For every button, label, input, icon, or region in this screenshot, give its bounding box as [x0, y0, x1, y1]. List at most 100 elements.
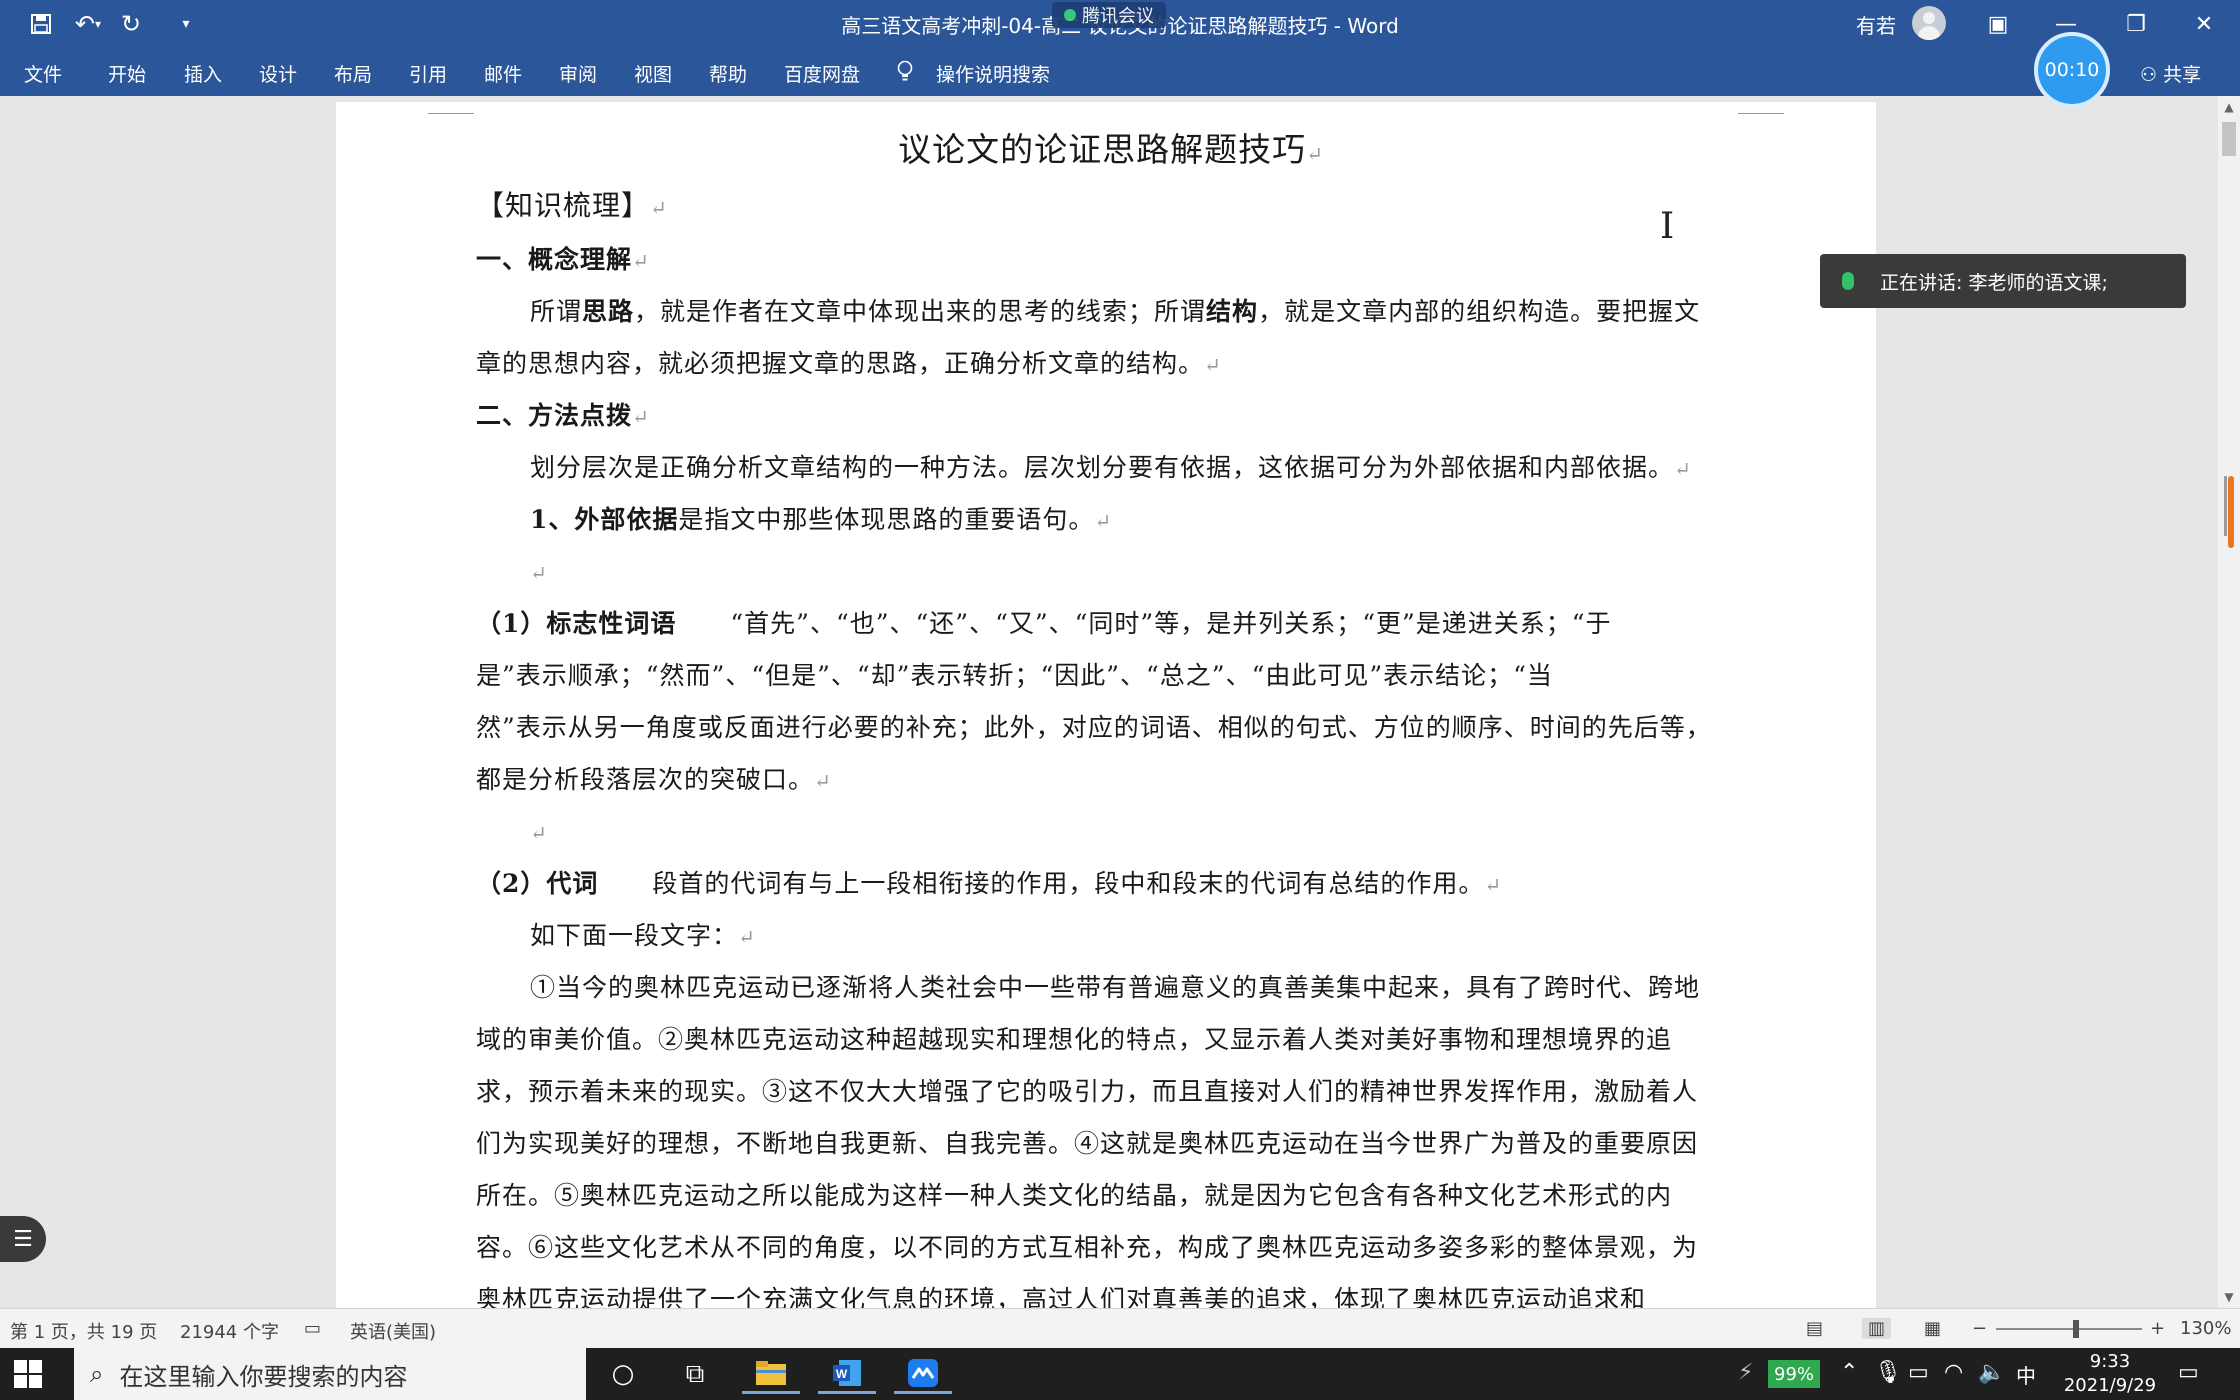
tell-me-search[interactable]: 操作说明搜索 — [936, 60, 1050, 87]
title-bar: ↶ ▾ ↻ ▾ 高三语文高考冲刺-04-高二 议论文的论证思路解题技巧 - Wor… — [0, 0, 2240, 48]
paragraph-layering: 划分层次是正确分析文章结构的一种方法。层次划分要有依据，这依据可分为外部依据和内… — [530, 453, 1692, 482]
battery-tray-icon[interactable]: ▭ — [1908, 1360, 1929, 1385]
status-bar: 第 1 页，共 19 页 21944 个字 ▭ 英语(美国) ▤ ▥ ▦ − +… — [0, 1308, 2240, 1348]
taskbar-search[interactable]: ⌕ 在这里输入你要搜索的内容 — [74, 1348, 586, 1400]
ribbon-tabs: 文件 开始 插入 设计 布局 引用 邮件 审阅 视图 帮助 百度网盘 操作说明搜… — [0, 48, 2240, 96]
scroll-position-marker — [2228, 476, 2234, 548]
microphone-tray-icon[interactable]: 🎙 — [1874, 1360, 1902, 1385]
meeting-label: 腾讯会议 — [1082, 6, 1154, 27]
navigation-pane-icon[interactable]: ☰ — [0, 1216, 46, 1262]
cortana-icon[interactable]: ○ — [594, 1354, 652, 1394]
page-count[interactable]: 第 1 页，共 19 页 — [10, 1318, 157, 1344]
vertical-scrollbar[interactable]: ▲ ▼ — [2218, 96, 2240, 1308]
search-placeholder: 在这里输入你要搜索的内容 — [119, 1362, 408, 1391]
search-icon: ⌕ — [90, 1360, 104, 1388]
paragraph-signal-words: （1）标志性词语 “首先”、“也”、“还”、“又”、“同时”等，是并列关系；“更”… — [476, 609, 1612, 638]
paragraph-example-intro: 如下面一段文字：↵ — [530, 921, 756, 950]
tab-insert[interactable]: 插入 — [184, 60, 222, 87]
document-title: 议论文的论证思路解题技巧↵ — [898, 130, 1324, 169]
svg-text:W: W — [836, 1367, 848, 1381]
scroll-up-icon[interactable]: ▲ — [2218, 96, 2240, 118]
zoom-slider[interactable] — [1996, 1328, 2142, 1330]
heading-concept: 一、概念理解↵ — [476, 245, 650, 274]
zoom-slider-handle[interactable] — [2073, 1320, 2080, 1338]
passage-line: ①当今的奥林匹克运动已逐渐将人类社会中一些带有普遍意义的真善美集中起来，具有了跨… — [530, 973, 1701, 1002]
speaking-text: 正在讲话: 李老师的语文课; — [1880, 271, 2108, 294]
passage-line: 容。⑥这些文化艺术从不同的角度，以不同的方式互相补充，构成了奥林匹克运动多姿多彩… — [476, 1233, 1699, 1262]
input-method[interactable]: 中 — [2016, 1360, 2036, 1389]
scrollbar-thumb[interactable] — [2222, 122, 2236, 156]
tab-layout[interactable]: 布局 — [334, 60, 372, 87]
tab-design[interactable]: 设计 — [259, 60, 297, 87]
language[interactable]: 英语(美国) — [350, 1318, 436, 1344]
scroll-down-icon[interactable]: ▼ — [2218, 1286, 2240, 1308]
clock-time: 9:33 — [2089, 1351, 2131, 1372]
taskbar: ⌕ 在这里输入你要搜索的内容 ○ ⧉ W ⚡ 99% ⌃ 🎙 ▭ ◠ 🔈 中 9… — [0, 1348, 2240, 1400]
paragraph-external-basis: 1、外部依据是指文中那些体现思路的重要语句。↵ — [530, 505, 1113, 534]
tab-file[interactable]: 文件 — [24, 60, 62, 87]
paragraph-pronouns: （2）代词 段首的代词有与上一段相衔接的作用，段中和段末的代词有总结的作用。↵ — [476, 869, 1503, 898]
meeting-status-icon — [1064, 9, 1076, 21]
document-page[interactable]: 议论文的论证思路解题技巧↵ 【知识梳理】↵ 一、概念理解↵ 所谓思路，就是作者在… — [336, 102, 1876, 1308]
zoom-in-button[interactable]: + — [2150, 1318, 2165, 1339]
show-hidden-icons[interactable]: ⌃ — [1840, 1360, 1858, 1385]
user-name[interactable]: 有若 — [1856, 10, 1896, 39]
page-corner-mark — [428, 102, 474, 114]
tab-help[interactable]: 帮助 — [709, 60, 747, 87]
paragraph-signal-words-cont: 然”表示从另一角度或反面进行必要的补充；此外，对应的词语、相似的句式、方位的顺序… — [476, 713, 1712, 742]
document-body[interactable]: 议论文的论证思路解题技巧↵ 【知识梳理】↵ 一、概念理解↵ 所谓思路，就是作者在… — [476, 122, 1746, 1308]
section-heading: 【知识梳理】↵ — [476, 189, 668, 222]
passage-line: 们为实现美好的理想，不断地自我更新、自我完善。④这就是奥林匹克运动在当今世界广为… — [476, 1129, 1699, 1158]
avatar[interactable] — [1912, 6, 1946, 40]
tab-home[interactable]: 开始 — [108, 60, 146, 87]
read-mode-icon[interactable]: ▤ — [1806, 1318, 1823, 1339]
passage-line: 奥林匹克运动提供了一个充满文化气息的环境，高过人们对真善美的追求，体现了奥林匹克… — [476, 1285, 1647, 1308]
word-app-icon[interactable]: W — [818, 1354, 876, 1394]
lightbulb-icon — [896, 60, 914, 87]
heading-method: 二、方法点拨↵ — [476, 401, 650, 430]
scroll-position-line — [2224, 476, 2227, 536]
share-button[interactable]: ⚇ 共享 — [2140, 60, 2201, 87]
proofing-icon[interactable]: ▭ — [304, 1318, 321, 1339]
windows-start-icon[interactable] — [14, 1360, 42, 1388]
close-icon[interactable]: ✕ — [2172, 0, 2236, 48]
word-count[interactable]: 21944 个字 — [180, 1318, 279, 1344]
paragraph-signal-words-cont: 都是分析段落层次的突破口。↵ — [476, 765, 832, 794]
web-layout-icon[interactable]: ▦ — [1924, 1318, 1941, 1339]
print-layout-icon[interactable]: ▥ — [1862, 1318, 1892, 1339]
ribbon-display-options-icon[interactable]: ▣ — [1966, 0, 2030, 48]
meeting-timer[interactable]: 00:10 — [2034, 32, 2110, 108]
tab-references[interactable]: 引用 — [409, 60, 447, 87]
passage-line: 所在。⑤奥林匹克运动之所以能成为这样一种人类文化的结晶，就是因为它包含有各种文化… — [476, 1181, 1673, 1210]
tab-review[interactable]: 审阅 — [559, 60, 597, 87]
tab-view[interactable]: 视图 — [634, 60, 672, 87]
notification-center-icon[interactable]: ▭ — [2178, 1360, 2199, 1385]
paragraph-definition-cont: 章的思想内容，就必须把握文章的思路，正确分析文章的结构。↵ — [476, 349, 1222, 378]
share-label: 共享 — [2163, 64, 2202, 86]
paragraph-definition: 所谓思路，就是作者在文章中体现出来的思考的线索；所谓结构，就是文章内部的组织构造… — [530, 297, 1701, 326]
file-explorer-icon[interactable] — [742, 1354, 800, 1394]
volume-icon[interactable]: 🔈 — [1978, 1360, 2005, 1385]
tab-baidu-netdisk[interactable]: 百度网盘 — [784, 60, 860, 87]
meeting-indicator[interactable]: 腾讯会议 — [1052, 2, 1166, 28]
wifi-icon[interactable]: ◠ — [1944, 1360, 1963, 1385]
speaking-notification: 正在讲话: 李老师的语文课; — [1820, 254, 2186, 308]
person-icon: ⚇ — [2140, 64, 2158, 86]
microphone-icon — [1842, 272, 1854, 290]
system-clock[interactable]: 9:33 2021/9/29 — [2050, 1350, 2170, 1398]
clock-date: 2021/9/29 — [2063, 1375, 2157, 1396]
task-view-icon[interactable]: ⧉ — [666, 1354, 724, 1394]
empty-paragraph: ↵ — [530, 561, 548, 585]
passage-line: 域的审美价值。②奥林匹克运动这种超越现实和理想化的特点，又显示着人类对美好事物和… — [476, 1025, 1673, 1054]
text-cursor-icon: I — [1660, 206, 1675, 247]
tab-mailings[interactable]: 邮件 — [484, 60, 522, 87]
tencent-meeting-icon[interactable] — [894, 1354, 952, 1394]
page-corner-mark — [1738, 102, 1784, 114]
passage-line: 求，预示着未来的现实。③这不仅大大增强了它的吸引力，而且直接对人们的精神世界发挥… — [476, 1077, 1699, 1106]
zoom-out-button[interactable]: − — [1972, 1318, 1987, 1339]
power-icon[interactable]: ⚡ — [1738, 1360, 1753, 1385]
paragraph-signal-words-cont: 是”表示顺承；“然而”、“但是”、“却”表示转折；“因此”、“总之”、“由此可见… — [476, 661, 1553, 690]
battery-indicator[interactable]: 99% — [1768, 1360, 1821, 1388]
zoom-level[interactable]: 130% — [2180, 1318, 2231, 1339]
restore-icon[interactable]: ❐ — [2104, 0, 2168, 48]
